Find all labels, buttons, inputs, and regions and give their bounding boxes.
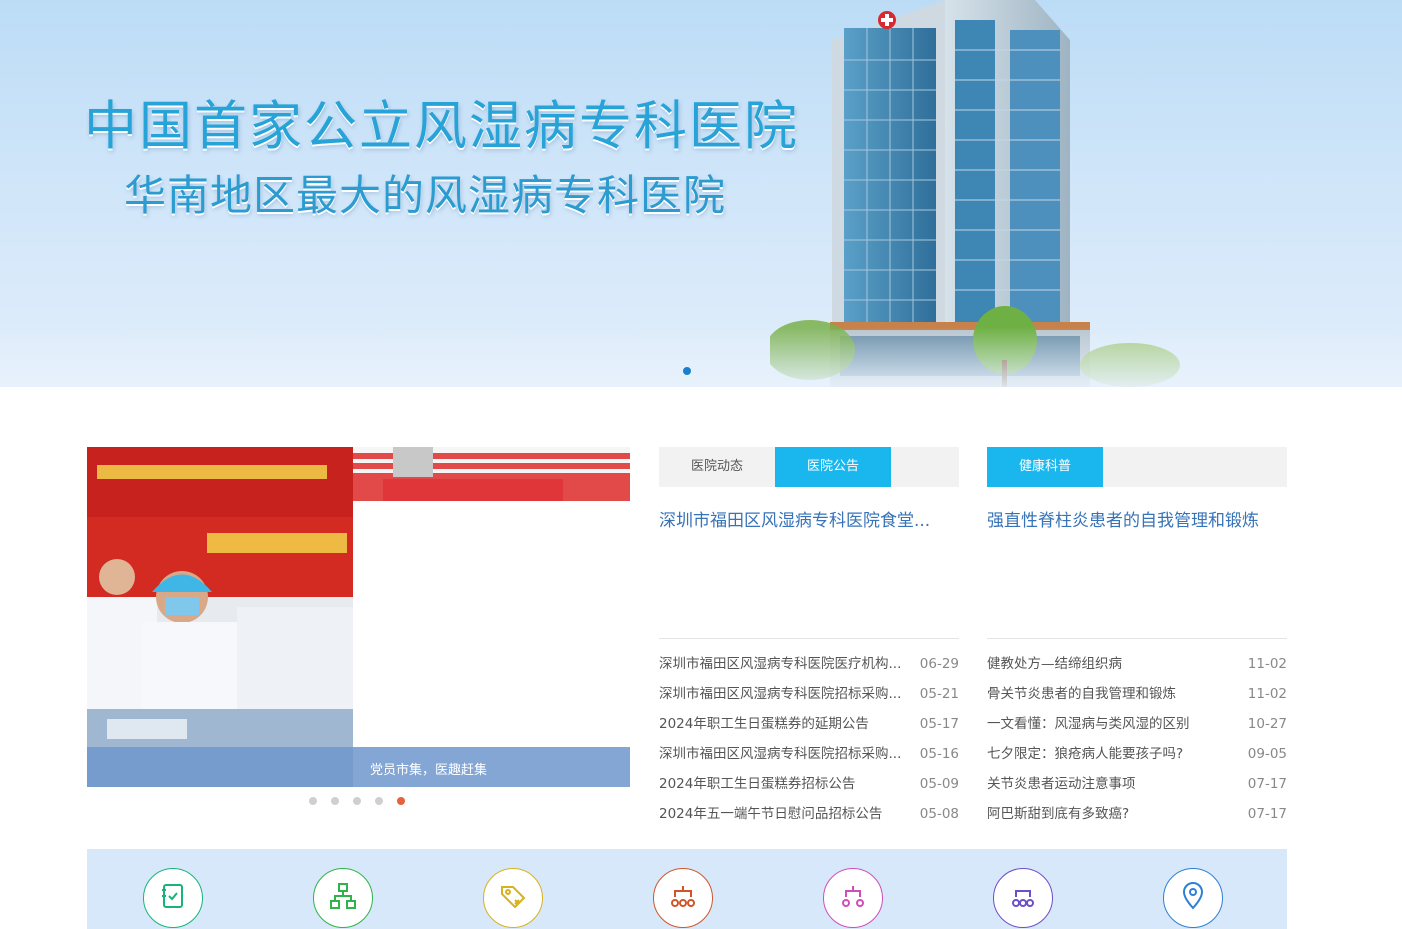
banner-pagination-dot[interactable]	[683, 367, 691, 375]
divider	[987, 638, 1287, 639]
appointment-button[interactable]	[143, 868, 203, 928]
price-button[interactable]	[483, 868, 543, 928]
divider	[659, 638, 959, 639]
expert-team-icon	[671, 886, 695, 907]
slider-caption-bar[interactable]: 党员市集，医趣赶集	[87, 747, 630, 787]
expert-button[interactable]	[653, 868, 713, 928]
news-date: 06-29	[919, 656, 959, 672]
slider-dot[interactable]	[375, 797, 383, 805]
health-science-panel: 健康科普 强直性脊柱炎患者的自我管理和锻炼 健教处方—结缔组织病 11-02 骨关…	[987, 447, 1287, 829]
news-date: 11-02	[1247, 656, 1287, 672]
hero-banner: 中国首家公立风湿病专科医院 华南地区最大的风湿病专科医院	[0, 0, 1402, 387]
list-item[interactable]: 2024年职工生日蛋糕券招标公告 05-09	[659, 769, 959, 799]
news-title[interactable]: 健教处方—结缔组织病	[987, 649, 1122, 679]
news-date: 10-27	[1247, 716, 1287, 732]
news-date: 09-05	[1247, 746, 1287, 762]
hospital-building-image	[770, 0, 1180, 387]
list-item[interactable]: 2024年五一端午节日慰问品招标公告 05-08	[659, 799, 959, 829]
slider-caption[interactable]: 党员市集，医趣赶集	[370, 759, 487, 778]
list-item[interactable]: 七夕限定：狼疮病人能要孩子吗? 09-05	[987, 739, 1287, 769]
news-title[interactable]: 2024年职工生日蛋糕券招标公告	[659, 769, 855, 799]
tab-health-science[interactable]: 健康科普	[987, 447, 1103, 487]
list-item[interactable]: 一文看懂：风湿病与类风湿的区别 10-27	[987, 709, 1287, 739]
doctor-team-icon	[842, 886, 864, 907]
health-science-list: 健教处方—结缔组织病 11-02 骨关节炎患者的自我管理和锻炼 11-02 一文看懂…	[987, 649, 1287, 829]
staff-button[interactable]	[993, 868, 1053, 928]
news-title[interactable]: 七夕限定：狼疮病人能要孩子吗?	[987, 739, 1183, 769]
list-item[interactable]: 阿巴斯甜到底有多致癌? 07-17	[987, 799, 1287, 829]
event-photo	[87, 447, 353, 787]
location-pin-icon	[1182, 882, 1204, 910]
doctor-button[interactable]	[823, 868, 883, 928]
banner-subheadline: 华南地区最大的风湿病专科医院	[124, 171, 727, 220]
list-item[interactable]: 深圳市福田区风湿病专科医院医疗机构... 06-29	[659, 649, 959, 679]
news-title[interactable]: 2024年五一端午节日慰问品招标公告	[659, 799, 882, 829]
hospital-news-list: 深圳市福田区风湿病专科医院医疗机构... 06-29 深圳市福田区风湿病专科医院招…	[659, 649, 959, 829]
event-photo-strip	[353, 447, 630, 501]
tab-hospital-dynamics[interactable]: 医院动态	[659, 447, 775, 487]
slider-dot-active[interactable]	[397, 797, 405, 805]
list-item[interactable]: 健教处方—结缔组织病 11-02	[987, 649, 1287, 679]
news-title[interactable]: 深圳市福田区风湿病专科医院招标采购...	[659, 739, 901, 769]
hospital-news-panel: 医院动态 医院公告 深圳市福田区风湿病专科医院食堂... 深圳市福田区风湿病专科…	[659, 447, 959, 829]
department-button[interactable]	[313, 868, 373, 928]
appointment-book-icon	[162, 884, 183, 908]
news-date: 05-16	[919, 746, 959, 762]
hospital-news-tabs: 医院动态 医院公告	[659, 447, 959, 487]
service-shortcuts-bar	[87, 849, 1287, 929]
list-item[interactable]: 深圳市福田区风湿病专科医院招标采购... 05-21	[659, 679, 959, 709]
list-item[interactable]: 骨关节炎患者的自我管理和锻炼 11-02	[987, 679, 1287, 709]
news-date: 07-17	[1247, 806, 1287, 822]
hospital-news-headline[interactable]: 深圳市福田区风湿病专科医院食堂...	[659, 509, 959, 609]
news-title[interactable]: 阿巴斯甜到底有多致癌?	[987, 799, 1129, 829]
news-title[interactable]: 关节炎患者运动注意事项	[987, 769, 1136, 799]
news-date: 05-09	[919, 776, 959, 792]
news-title[interactable]: 深圳市福田区风湿病专科医院招标采购...	[659, 679, 901, 709]
news-date: 05-21	[919, 686, 959, 702]
news-date: 05-17	[919, 716, 959, 732]
department-tree-icon	[330, 883, 356, 909]
list-item[interactable]: 2024年职工生日蛋糕券的延期公告 05-17	[659, 709, 959, 739]
price-tag-icon	[501, 886, 526, 909]
tab-hospital-announcements[interactable]: 医院公告	[775, 447, 891, 487]
news-title[interactable]: 骨关节炎患者的自我管理和锻炼	[987, 679, 1176, 709]
news-date: 05-08	[919, 806, 959, 822]
list-item[interactable]: 深圳市福田区风湿病专科医院招标采购... 05-16	[659, 739, 959, 769]
news-title[interactable]: 深圳市福田区风湿病专科医院医疗机构...	[659, 649, 901, 679]
health-science-tabs: 健康科普	[987, 447, 1287, 487]
news-title[interactable]: 2024年职工生日蛋糕券的延期公告	[659, 709, 869, 739]
location-button[interactable]	[1163, 868, 1223, 928]
news-date: 11-02	[1247, 686, 1287, 702]
slider-dot[interactable]	[353, 797, 361, 805]
news-photo-slider[interactable]: 党员市集，医趣赶集	[87, 447, 630, 787]
slider-pagination	[309, 797, 405, 805]
slider-dot[interactable]	[331, 797, 339, 805]
news-title[interactable]: 一文看懂：风湿病与类风湿的区别	[987, 709, 1190, 739]
news-date: 07-17	[1247, 776, 1287, 792]
medical-staff-icon	[1012, 890, 1034, 907]
banner-headline: 中国首家公立风湿病专科医院	[84, 96, 799, 157]
health-science-headline[interactable]: 强直性脊柱炎患者的自我管理和锻炼	[987, 509, 1287, 609]
slider-dot[interactable]	[309, 797, 317, 805]
list-item[interactable]: 关节炎患者运动注意事项 07-17	[987, 769, 1287, 799]
